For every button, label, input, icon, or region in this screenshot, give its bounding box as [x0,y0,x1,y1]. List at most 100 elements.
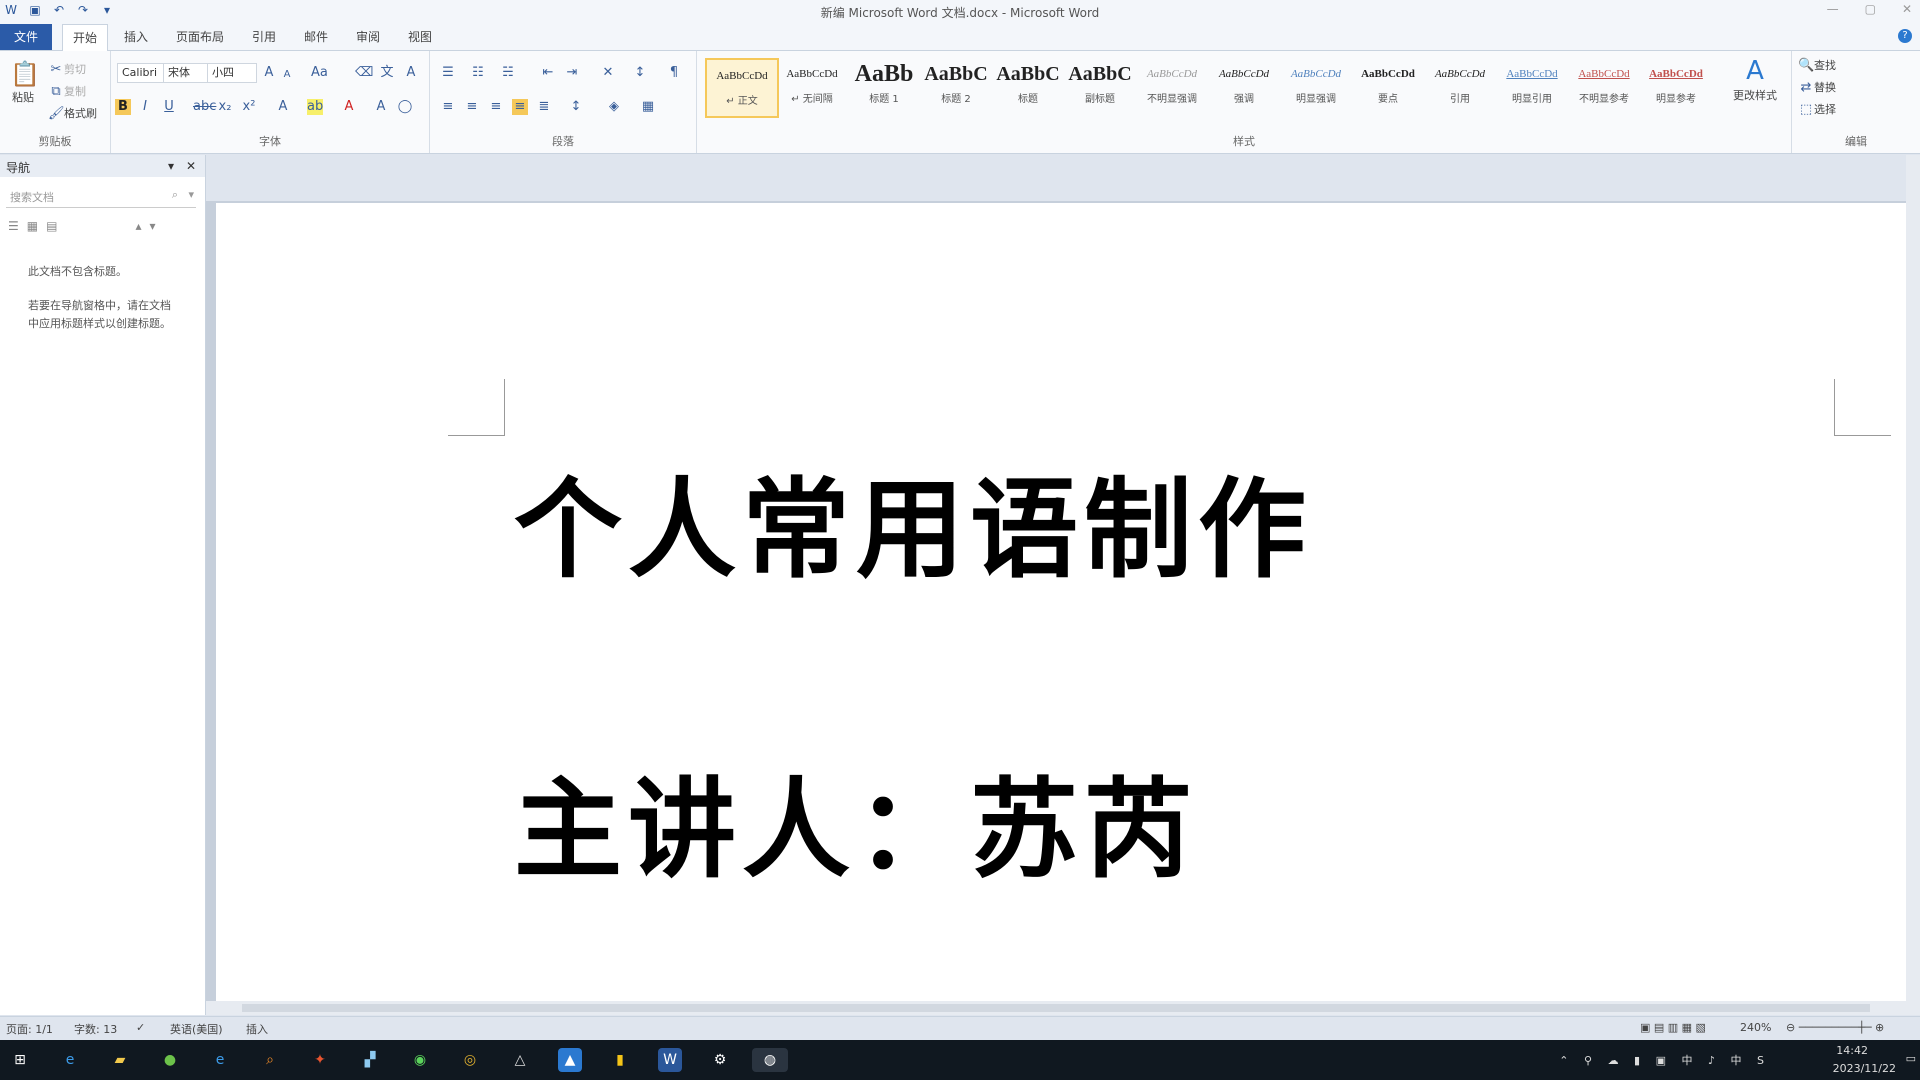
chrome-icon[interactable]: ◎ [458,1048,482,1072]
style-strong[interactable]: AaBbCcDd 要点 [1353,58,1423,114]
strikethrough-icon[interactable]: abc [193,99,216,115]
style-normal[interactable]: AaBbCcDd ↵ 正文 [705,58,779,118]
numbering-icon[interactable]: ☷ [470,65,486,81]
copy-button[interactable]: ⧉ 复制 [48,83,86,100]
enclose-char-icon[interactable]: ◯ [397,99,413,115]
edge-icon[interactable]: e [58,1048,82,1072]
select-button[interactable]: ⬚ 选择 [1798,101,1836,118]
grow-font-icon[interactable]: A [261,65,277,81]
app-orange-icon[interactable]: ✦ [308,1048,332,1072]
insert-mode[interactable]: 插入 [246,1021,268,1037]
app-blue-icon[interactable]: ▞ [358,1048,382,1072]
find-button[interactable]: 🔍查找 [1798,57,1836,74]
file-explorer-icon[interactable]: ▰ [108,1048,132,1072]
style-title[interactable]: AaBbC 标题 [993,58,1063,114]
app-green-icon[interactable]: ● [158,1048,182,1072]
document-speaker-text[interactable]: 主讲人：苏芮 [514,743,1198,899]
minimize-icon[interactable]: — [1827,2,1839,16]
tab-home[interactable]: 开始 [62,24,109,51]
underline-icon[interactable]: U [161,99,177,115]
style-quote[interactable]: AaBbCcDd 引用 [1425,58,1495,114]
style-emphasis[interactable]: AaBbCcDd 强调 [1209,58,1279,114]
char-shading-icon[interactable]: A [373,99,389,115]
tab-view[interactable]: 视图 [408,28,432,45]
style-subtle-emphasis[interactable]: AaBbCcDd 不明显强调 [1137,58,1207,114]
search-icon[interactable]: ⌕ [172,188,178,202]
phonetic-icon[interactable]: 文 [379,65,395,81]
font-color-icon[interactable]: A [341,99,357,115]
style-intense-quote[interactable]: AaBbCcDd 明显引用 [1497,58,1567,114]
app-mountain-icon[interactable]: △ [508,1048,532,1072]
paste-button[interactable]: 📋 粘贴 [8,59,40,105]
maximize-icon[interactable]: ▢ [1865,2,1876,16]
help-icon[interactable]: ? [1898,29,1912,43]
borders-icon[interactable]: ▦ [640,99,656,115]
style-intense-emphasis[interactable]: AaBbCcDd 明显强调 [1281,58,1351,114]
scroll-thumb[interactable] [242,1004,1870,1012]
font-asian-select[interactable]: 宋体 [163,63,211,83]
text-effects-icon[interactable]: A [275,99,291,115]
char-border-icon[interactable]: A [403,65,419,81]
nav-dropdown-icon[interactable]: ▾ [168,159,174,173]
settings-icon[interactable]: ⚙ [708,1048,732,1072]
highlight-icon[interactable]: ab [307,99,323,115]
multilevel-list-icon[interactable]: ☵ [500,65,516,81]
style-heading-2[interactable]: AaBbC 标题 2 [921,58,991,114]
shrink-font-icon[interactable]: A [279,67,295,83]
bullets-icon[interactable]: ☰ [440,65,456,81]
justify-icon[interactable]: ≡ [512,99,528,115]
shading-icon[interactable]: ◈ [606,99,622,115]
style-intense-reference[interactable]: AaBbCcDd 明显参考 [1641,58,1711,114]
format-painter-button[interactable]: 🖌格式刷 [48,105,97,122]
ie-icon[interactable]: e [208,1048,232,1072]
next-result-icon[interactable]: ▾ [149,219,155,233]
headings-view-icon[interactable]: ☰ [8,219,19,233]
prev-result-icon[interactable]: ▴ [135,219,141,233]
close-icon[interactable]: ✕ [1902,2,1912,16]
nav-close-icon[interactable]: ✕ [186,159,196,173]
wechat-icon[interactable]: ◉ [408,1048,432,1072]
language-indicator[interactable]: 英语(美国) [170,1021,223,1037]
tab-file[interactable]: 文件 [0,24,52,50]
change-case-icon[interactable]: Aa [311,65,328,81]
notification-icon[interactable]: ▭ [1906,1052,1916,1065]
proofing-icon[interactable]: ✓ [136,1021,145,1034]
view-buttons[interactable]: ▣ ▤ ▥ ▦ ▧ [1640,1021,1706,1034]
vertical-scrollbar[interactable] [1906,155,1920,1015]
pages-view-icon[interactable]: ▦ [27,219,38,233]
replace-button[interactable]: ⇄ 替换 [1798,79,1836,96]
page-count[interactable]: 页面: 1/1 [6,1021,53,1037]
nav-search-input[interactable]: 搜索文档 ⌕ ▾ [6,185,196,208]
tray-icons[interactable]: ⌃ ⚲ ☁ ▮ ▣ 中 ♪ 中 S [1559,1052,1770,1068]
align-right-icon[interactable]: ≡ [488,99,504,115]
photos-icon[interactable]: ▲ [558,1048,582,1072]
zoom-slider[interactable]: ⊖ ─────────┼─ ⊕ [1786,1021,1884,1034]
horizontal-scrollbar[interactable] [206,1001,1906,1015]
subscript-icon[interactable]: x₂ [217,99,233,115]
distributed-icon[interactable]: ≣ [536,99,552,115]
style-heading-1[interactable]: AaBb 标题 1 [849,58,919,114]
style-subtitle[interactable]: AaBbC 副标题 [1065,58,1135,114]
word-taskbar-icon[interactable]: W [658,1048,682,1072]
change-styles-button[interactable]: A 更改样式 [1725,55,1785,103]
recorder-icon[interactable]: ◍ [752,1048,788,1072]
chinese-layout-icon[interactable]: ✕ [600,65,616,81]
cut-button[interactable]: ✂ 剪切 [48,61,86,78]
style-subtle-reference[interactable]: AaBbCcDd 不明显参考 [1569,58,1639,114]
font-size-select[interactable]: 小四 [207,63,257,83]
start-icon[interactable]: ⊞ [8,1048,32,1072]
bold-icon[interactable]: B [115,99,131,115]
search-options-icon[interactable]: ▾ [188,188,194,201]
tray-date[interactable]: 2023/11/22 [1833,1062,1896,1075]
tab-page-layout[interactable]: 页面布局 [176,28,224,45]
word-count[interactable]: 字数: 13 [74,1021,117,1037]
align-center-icon[interactable]: ≡ [464,99,480,115]
sticky-notes-icon[interactable]: ▮ [608,1048,632,1072]
decrease-indent-icon[interactable]: ⇤ [540,65,556,81]
tray-time[interactable]: 14:42 [1836,1044,1868,1057]
sort-icon[interactable]: ↕ [632,65,648,81]
results-view-icon[interactable]: ▤ [46,219,57,233]
tab-references[interactable]: 引用 [252,28,276,45]
tab-insert[interactable]: 插入 [124,28,148,45]
clear-format-icon[interactable]: ⌫ [355,65,373,81]
